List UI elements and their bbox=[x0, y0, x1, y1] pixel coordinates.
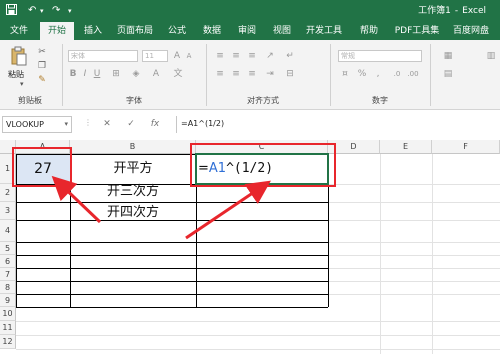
annotation-arrows bbox=[51, 175, 271, 240]
arrow-to-c1 bbox=[185, 180, 271, 240]
arrow-to-a1 bbox=[51, 175, 102, 224]
